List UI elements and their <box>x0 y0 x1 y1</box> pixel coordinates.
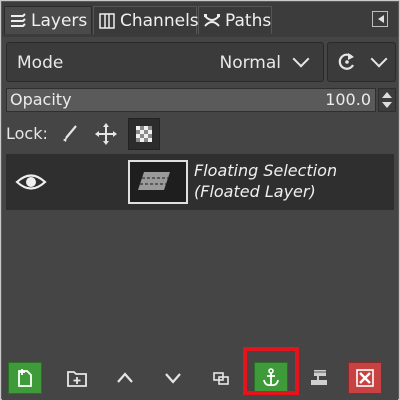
duplicate-icon <box>213 372 229 385</box>
tab-layers-label: Layers <box>31 10 88 31</box>
reset-mode-icon <box>336 51 358 77</box>
new-layer-icon <box>18 369 32 387</box>
chevron-down-icon <box>292 50 310 68</box>
layer-list[interactable]: Floating Selection (Floated Layer) <box>6 154 394 349</box>
tab-layers[interactable]: Layers <box>4 6 92 34</box>
mode-value: Normal <box>219 53 281 73</box>
opacity-value: 100.0 <box>325 90 371 109</box>
tab-bar: Layers Channels Paths <box>2 2 398 37</box>
new-layer-group-button[interactable] <box>60 362 94 394</box>
tab-paths[interactable]: Paths <box>198 6 272 34</box>
opacity-spinner[interactable] <box>378 88 396 112</box>
merge-down-icon <box>311 370 327 385</box>
move-icon <box>95 123 117 145</box>
lower-layer-button[interactable] <box>156 362 190 394</box>
spin-up-icon[interactable] <box>382 92 392 98</box>
raise-layer-button[interactable] <box>108 362 142 394</box>
duplicate-layer-button[interactable] <box>204 362 238 394</box>
composite-mode-select[interactable] <box>327 42 396 82</box>
layer-name[interactable]: Floating Selection (Floated Layer) <box>194 160 337 202</box>
spin-down-icon[interactable] <box>382 102 392 108</box>
opacity-slider[interactable]: Opacity 100.0 <box>6 88 376 112</box>
tab-menu-button[interactable] <box>372 11 388 27</box>
paths-icon <box>203 12 221 30</box>
lock-label: Lock: <box>6 124 48 143</box>
highlight-box <box>243 347 299 395</box>
new-layer-button[interactable] <box>8 362 42 394</box>
mode-label: Mode <box>17 53 64 73</box>
layer-thumbnail <box>128 160 188 204</box>
lock-alpha-button[interactable] <box>128 118 160 150</box>
tab-paths-label: Paths <box>225 10 272 31</box>
lock-position-button[interactable] <box>90 118 122 150</box>
chevron-down-icon <box>165 373 181 384</box>
brush-icon <box>63 125 77 142</box>
list-item[interactable]: Floating Selection (Floated Layer) <box>6 154 394 210</box>
merge-down-button[interactable] <box>302 362 336 394</box>
mode-select[interactable]: Mode Normal <box>6 42 324 82</box>
delete-icon <box>356 369 374 387</box>
layer-toolbar <box>2 354 398 400</box>
chevron-down-icon <box>370 50 388 68</box>
chevron-up-icon <box>117 372 133 383</box>
layer-name-line2: (Floated Layer) <box>194 182 316 201</box>
layer-name-line1: Floating Selection <box>194 161 338 180</box>
channels-icon <box>98 12 116 30</box>
layers-dock: Layers Channels Paths Mode Normal Opacit… <box>1 1 399 400</box>
tab-channels-label: Channels <box>120 10 199 31</box>
folder-icon <box>67 371 87 387</box>
delete-layer-button[interactable] <box>348 362 382 394</box>
eye-icon[interactable] <box>14 168 48 196</box>
layers-icon <box>9 12 27 30</box>
opacity-label: Opacity <box>10 90 72 109</box>
tab-channels[interactable]: Channels <box>93 6 199 34</box>
lock-pixels-button[interactable] <box>54 118 86 150</box>
checkerboard-icon <box>136 126 152 142</box>
